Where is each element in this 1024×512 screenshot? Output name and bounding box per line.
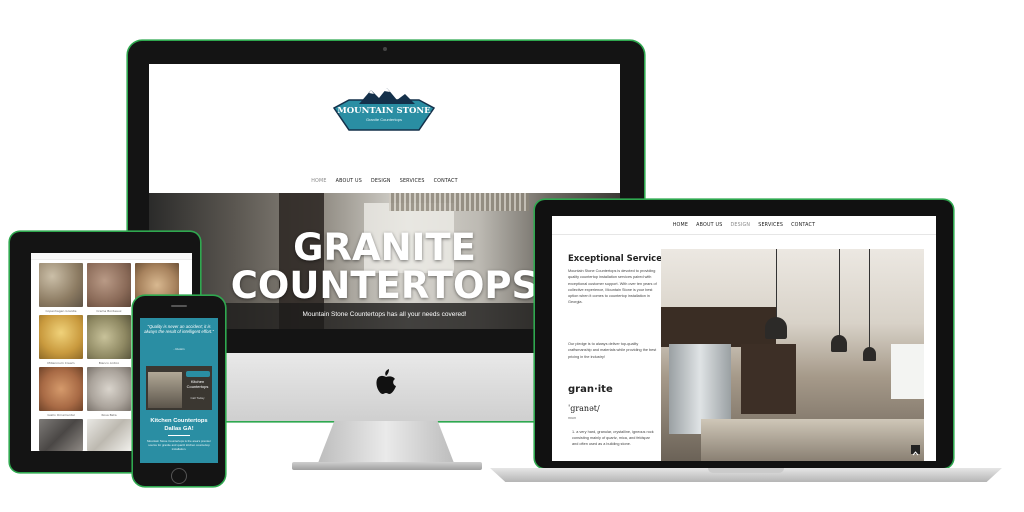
- laptop-divider: [552, 234, 936, 235]
- definition-pos: noun: [568, 416, 576, 420]
- kitchen-upper-cabinets: [661, 307, 776, 347]
- pendant-lamp-1: [765, 317, 787, 339]
- phone-heading-line1: Kitchen Countertops: [150, 418, 208, 424]
- exceptional-service-heading: Exceptional Service: [568, 254, 662, 264]
- granite-sample-1[interactable]: [39, 263, 83, 307]
- phone-card-sub: Call Today: [190, 396, 205, 400]
- definition-text: 1. a very hard, granular, crystalline, i…: [572, 430, 654, 447]
- granite-sample-5[interactable]: [87, 315, 131, 359]
- phone-quote-author: - Ruskin: [173, 347, 185, 351]
- pendant-lamp-2: [831, 335, 847, 352]
- laptop-notch: [708, 468, 784, 473]
- phone-heading-line2: Dallas GA!: [164, 426, 194, 432]
- phone-heading-rule: [168, 435, 190, 436]
- granite-sample-4[interactable]: [39, 315, 83, 359]
- pendant-line-3: [869, 249, 870, 349]
- definition-word: gran·ite: [568, 384, 613, 395]
- phone-speaker: [171, 305, 187, 307]
- pendant-line-1: [776, 249, 777, 319]
- monitor-base: [292, 462, 482, 470]
- hero-chandelier: [389, 193, 529, 211]
- nav-about-us[interactable]: ABOUT US: [336, 179, 362, 184]
- nav-design[interactable]: DESIGN: [371, 179, 391, 184]
- granite-sample-2[interactable]: [87, 263, 131, 307]
- monitor-camera: [383, 47, 387, 51]
- desktop-logo-name: MOUNTAIN STONE: [337, 106, 431, 116]
- granite-sample-8[interactable]: [39, 419, 83, 451]
- laptop-nav-contact[interactable]: CONTACT: [791, 223, 815, 228]
- nav-home[interactable]: HOME: [311, 179, 326, 184]
- phone-screen: "Quality is never an accident; it is alw…: [140, 318, 218, 463]
- laptop-nav-about-us[interactable]: ABOUT US: [696, 223, 722, 228]
- desktop-logo[interactable]: MOUNTAIN STONE Granite Countertops: [329, 86, 439, 134]
- laptop-nav: HOME ABOUT US DESIGN SERVICES CONTACT: [552, 223, 936, 228]
- granite-caption-2: Crema Bordeaux: [96, 309, 122, 313]
- laptop-lid: HOME ABOUT US DESIGN SERVICES CONTACT Ex…: [535, 200, 953, 468]
- scroll-top-button[interactable]: [911, 445, 920, 456]
- laptop-nav-design[interactable]: DESIGN: [731, 223, 751, 228]
- desktop-nav: HOME ABOUT US DESIGN SERVICES CONTACT: [149, 179, 620, 184]
- tablet-nav-bar: [31, 253, 192, 260]
- nav-contact[interactable]: CONTACT: [434, 179, 458, 184]
- phone-device: "Quality is never an accident; it is alw…: [133, 296, 225, 486]
- laptop-nav-services[interactable]: SERVICES: [758, 223, 783, 228]
- monitor-stand: [318, 421, 454, 463]
- granite-caption-1: Copenhagen Granite: [45, 309, 77, 313]
- phone-card-logo: [186, 371, 210, 377]
- phone-home-button[interactable]: [171, 468, 187, 484]
- apple-logo-icon: [375, 369, 397, 395]
- service-paragraph-1: Mountain Stone Countertops is devoted to…: [568, 269, 657, 305]
- pendant-line-2: [839, 249, 840, 337]
- laptop-screen: HOME ABOUT US DESIGN SERVICES CONTACT Ex…: [552, 216, 936, 461]
- phone-card-title: Kitchen Countertops: [186, 379, 209, 389]
- laptop-nav-home[interactable]: HOME: [673, 223, 688, 228]
- phone-promo-card[interactable]: Kitchen Countertops Call Today: [146, 366, 212, 410]
- definition-pronunciation: ˈgranət/: [568, 404, 600, 413]
- kitchen-dark-cabinets: [741, 344, 796, 414]
- kitchen-photo: [661, 249, 924, 461]
- granite-caption-6: Rosa Beta: [101, 413, 117, 417]
- chevron-up-icon: [912, 451, 919, 456]
- kitchen-window: [891, 344, 924, 399]
- phone-quote: "Quality is never an accident; it is alw…: [144, 324, 214, 335]
- granite-sample-7[interactable]: [87, 367, 131, 411]
- phone-card-image: [148, 372, 182, 408]
- pendant-lamp-3: [863, 347, 876, 361]
- granite-sample-9[interactable]: [87, 419, 131, 451]
- granite-caption-3: Millennium Cream: [47, 361, 75, 365]
- granite-caption-4: Bianco Antico: [98, 361, 120, 365]
- granite-sample-6[interactable]: [39, 367, 83, 411]
- nav-services[interactable]: SERVICES: [400, 179, 425, 184]
- kitchen-island: [701, 419, 924, 461]
- desktop-logo-tagline: Granite Countertops: [365, 117, 403, 122]
- service-paragraph-2: Our pledge is to always deliver top-qual…: [568, 342, 657, 359]
- phone-body-text: Mountain Stone Countertops is the area's…: [147, 439, 211, 451]
- granite-caption-5: Giallo Ornamental: [47, 413, 75, 417]
